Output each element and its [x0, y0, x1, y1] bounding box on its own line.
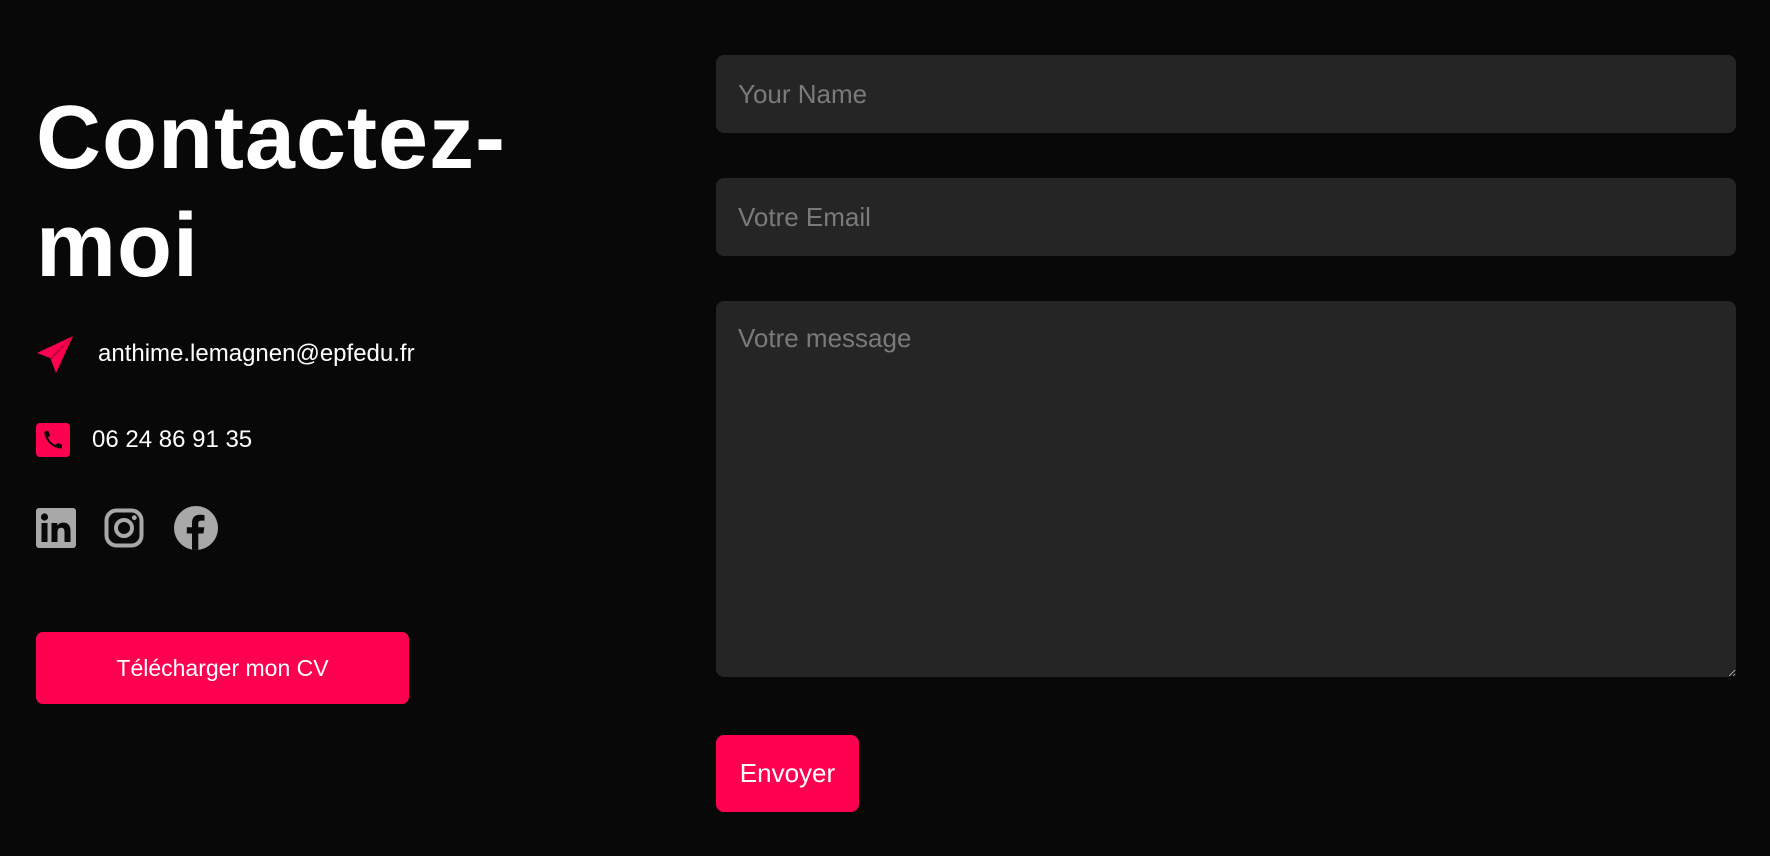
phone-row: 06 24 86 91 35: [36, 423, 252, 457]
social-links: [36, 506, 218, 550]
send-button[interactable]: Envoyer: [716, 735, 859, 812]
message-textarea[interactable]: [716, 301, 1736, 677]
email-text[interactable]: anthime.lemagnen@epfedu.fr: [98, 340, 415, 368]
paper-plane-icon: [36, 334, 76, 374]
email-input[interactable]: [716, 178, 1736, 256]
download-cv-button[interactable]: Télécharger mon CV: [36, 632, 409, 704]
page-title: Contactez-moi: [36, 88, 507, 296]
phone-text[interactable]: 06 24 86 91 35: [92, 426, 252, 454]
instagram-icon[interactable]: [104, 508, 144, 548]
email-row: anthime.lemagnen@epfedu.fr: [36, 334, 415, 374]
facebook-icon[interactable]: [174, 506, 218, 550]
linkedin-icon[interactable]: [36, 508, 76, 548]
name-input[interactable]: [716, 55, 1736, 133]
phone-square-icon: [36, 423, 70, 457]
contact-section: Contactez-moi anthime.lemagnen@epfedu.fr…: [0, 0, 1770, 856]
